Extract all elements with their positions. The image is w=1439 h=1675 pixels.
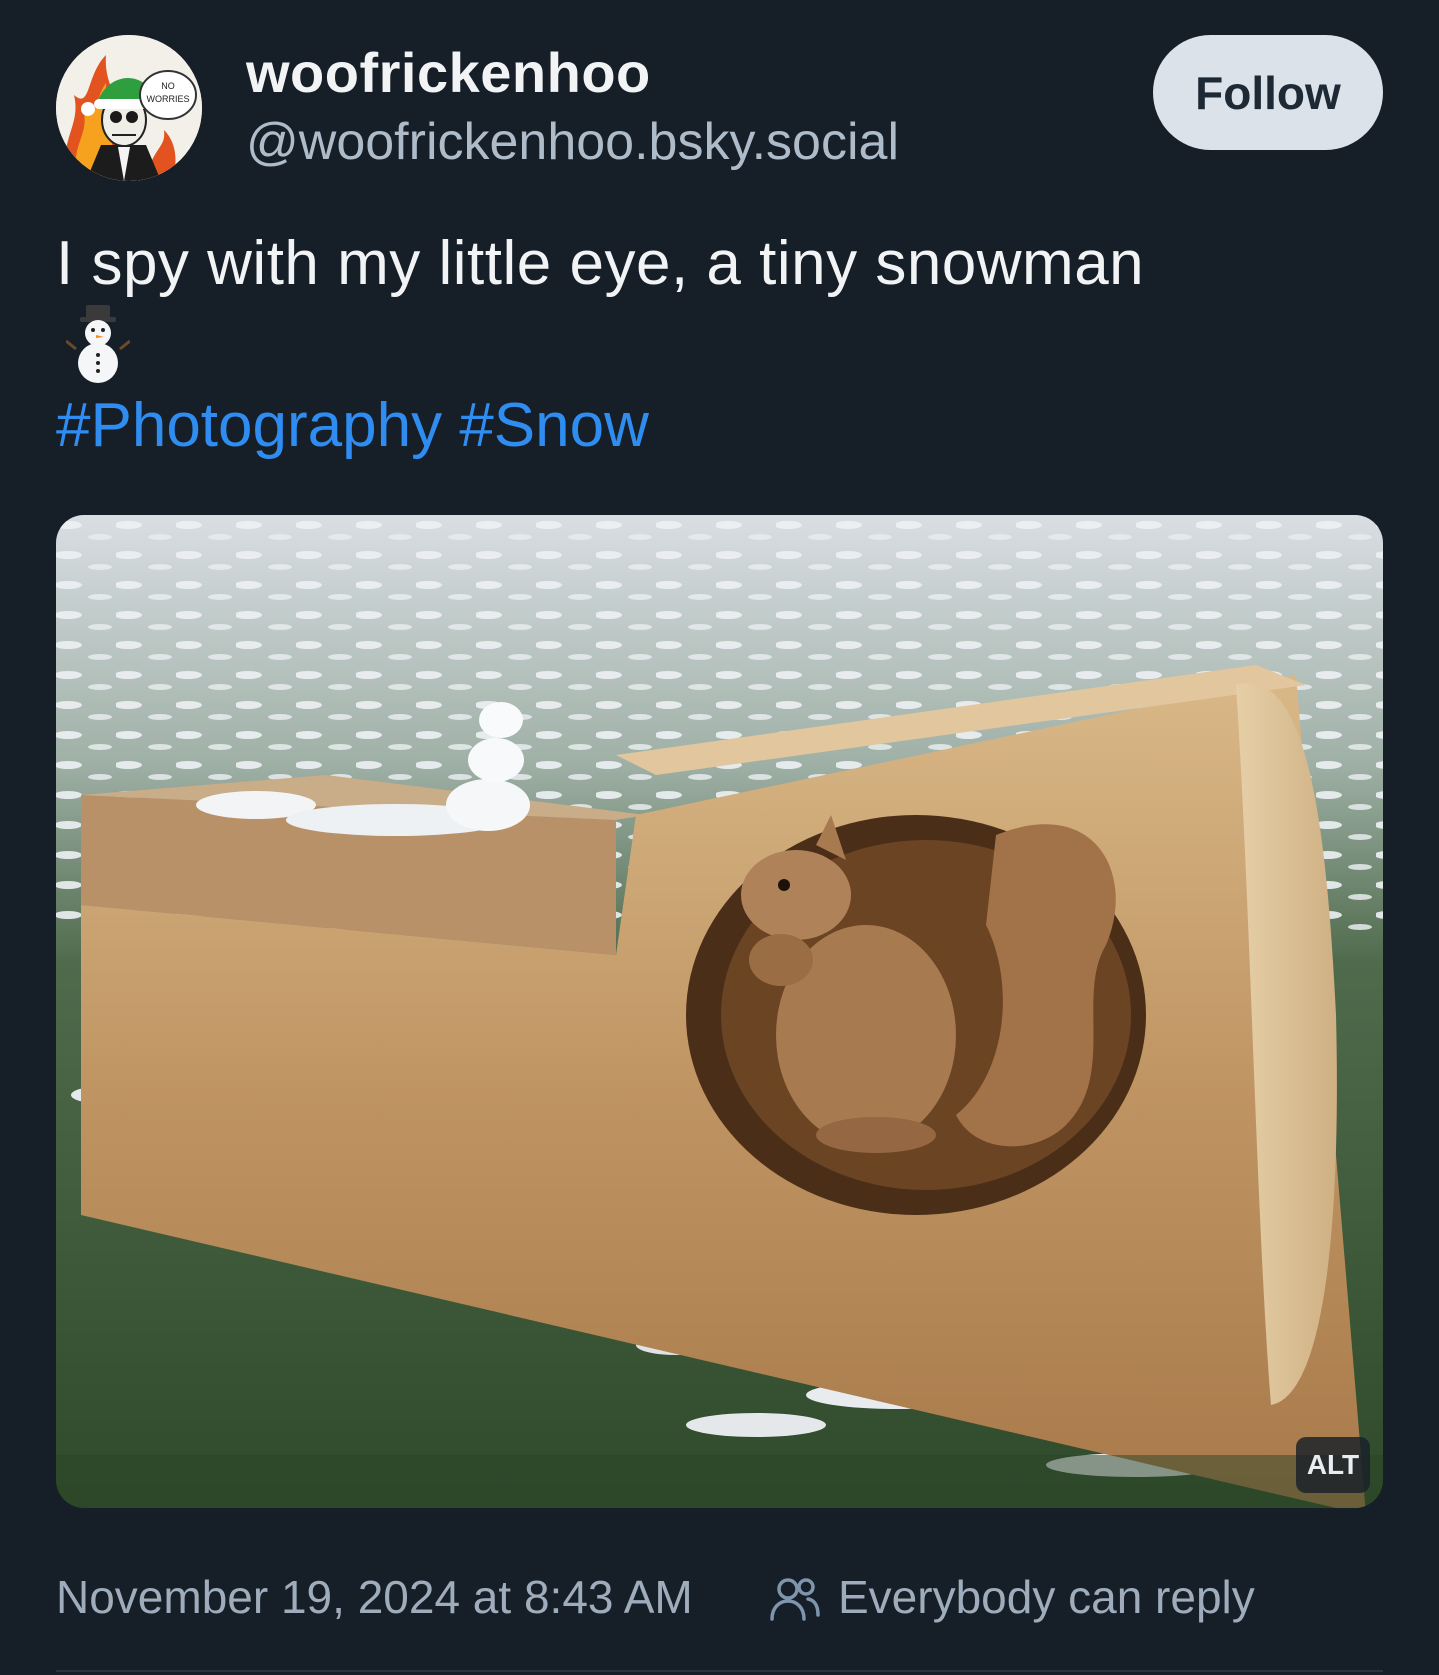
divider (56, 1670, 1383, 1672)
reply-setting[interactable]: Everybody can reply (838, 1570, 1255, 1624)
post-hashtags: #Photography #Snow (56, 390, 649, 461)
post-text: I spy with my little eye, a tiny snowman (56, 229, 1145, 298)
author-avatar[interactable]: NO WORRIES (56, 35, 202, 181)
author-display-name[interactable]: woofrickenhoo (246, 40, 651, 105)
post-image[interactable] (56, 515, 1383, 1508)
follow-button[interactable]: Follow (1153, 35, 1383, 150)
snowman-emoji (66, 305, 130, 383)
hashtag-snow[interactable]: #Snow (459, 391, 649, 460)
carved-squirrel-bench-photo (56, 515, 1383, 1508)
alt-text-badge[interactable]: ALT (1296, 1437, 1370, 1493)
avatar-sign-line2: WORRIES (146, 94, 189, 104)
post-timestamp: November 19, 2024 at 8:43 AM (56, 1571, 693, 1623)
author-handle[interactable]: @woofrickenhoo.bsky.social (246, 112, 899, 172)
people-icon (770, 1578, 820, 1621)
hashtag-photography[interactable]: #Photography (56, 391, 442, 460)
post-thread-view: NO WORRIES woofrickenhoo @woofrickenhoo.… (0, 0, 1439, 1675)
avatar-sign-line1: NO (161, 81, 175, 91)
skull-avatar-icon: NO WORRIES (56, 35, 202, 181)
